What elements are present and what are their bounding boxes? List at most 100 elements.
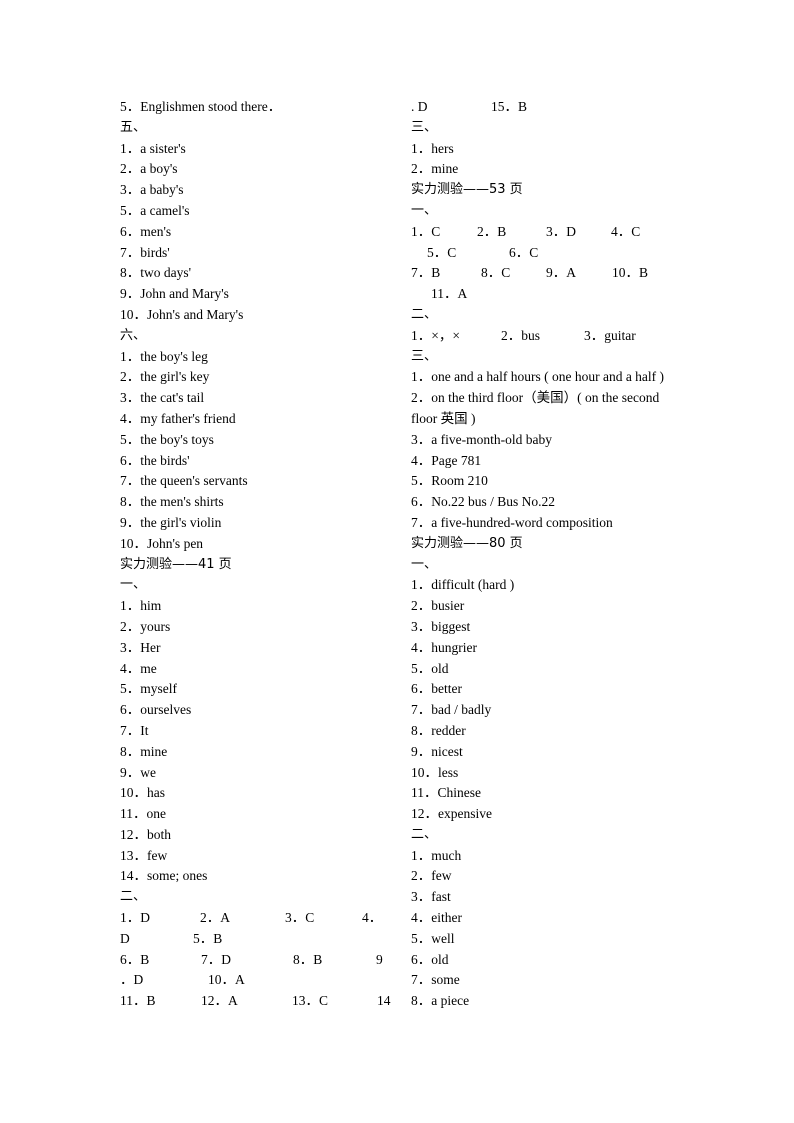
answer-row: 5．C 6．C: [411, 243, 686, 264]
answer-item: . D: [411, 99, 428, 114]
answer-line: 8．the men's shirts: [120, 494, 224, 510]
answer-item: 7．D: [201, 951, 231, 967]
answer-line: 5．Room 210: [411, 473, 488, 489]
answer-line: floor 英国 ): [411, 410, 476, 426]
section-heading: 三、: [411, 119, 438, 135]
answer-line: 9．John and Mary's: [120, 286, 229, 302]
section-heading: 一、: [411, 202, 438, 218]
answer-line: 10．John's pen: [120, 535, 204, 551]
answer-line: 4．Page 781: [411, 452, 482, 468]
answer-line: 12．expensive: [411, 806, 492, 822]
answer-item: 9: [376, 951, 383, 967]
answer-item: 11．B: [120, 993, 156, 1009]
answer-line: 12．both: [120, 826, 172, 842]
answer-line: 7．birds': [120, 244, 170, 260]
answer-row: 6．B 7．D 8．B 9: [120, 950, 390, 971]
answer-item: 14: [377, 993, 391, 1009]
answer-line: 1．him: [120, 598, 162, 614]
answer-line: 8．two days': [120, 265, 192, 281]
answer-item: 11．A: [431, 286, 468, 302]
answer-item: 13．C: [292, 993, 329, 1009]
answer-item: 2．B: [477, 223, 507, 239]
answer-line: 7．the queen's servants: [120, 473, 248, 489]
answer-item: 4．: [362, 910, 383, 926]
answer-line: 7．some: [411, 972, 460, 988]
answer-line: 6．old: [411, 951, 449, 967]
answer-item: 6．C: [509, 244, 539, 260]
answer-row: 1．D 2．A 3．C 4．: [120, 908, 390, 929]
section-heading: 二、: [120, 889, 147, 905]
answer-item: 5．B: [193, 930, 223, 946]
answer-line: 4．me: [120, 660, 157, 676]
answer-line: 3．fast: [411, 889, 451, 905]
answer-line: 1．difficult (hard ): [411, 577, 515, 593]
answer-line: 10．has: [120, 785, 165, 801]
section-heading: 五、: [120, 119, 147, 135]
answer-line: 1．a sister's: [120, 140, 186, 156]
left-column: 5．Englishmen stood there． 五、 1．a sister's 2…: [120, 97, 391, 1012]
answer-line: 11．one: [120, 806, 166, 822]
answer-line: 6．ourselves: [120, 702, 192, 718]
answer-row: . D 15．B: [411, 97, 686, 118]
answer-line: 8．a piece: [411, 993, 470, 1009]
answer-item: 1．C: [411, 223, 441, 239]
answer-line: 3．Her: [120, 639, 161, 655]
answer-line: 7．a five-hundred-word composition: [411, 514, 613, 530]
answer-line: 7．bad / badly: [411, 702, 492, 718]
answer-item: 3．D: [546, 223, 576, 239]
answer-row: ．D 10．A: [120, 970, 390, 991]
answer-row: D 5．B: [120, 929, 390, 950]
answer-item: 3．C: [285, 910, 315, 926]
answer-line: 13．few: [120, 847, 168, 863]
answer-item: 8．B: [293, 951, 323, 967]
right-column: . D 15．B 三、 1．hers 2．mine 实力测验——53 页一、 1．C 2．B 3…: [411, 97, 686, 1012]
section-heading: 二、: [411, 826, 438, 842]
answer-item: 5．C: [427, 244, 457, 260]
answer-item: 2．A: [200, 910, 230, 926]
answer-item: 4．C: [611, 223, 641, 239]
section-heading: 六、: [120, 327, 147, 343]
answer-item: 12．A: [201, 993, 238, 1009]
answer-line: 14．some; ones: [120, 868, 208, 884]
answer-line: 5．a camel's: [120, 202, 190, 218]
answer-item: 15．B: [491, 99, 528, 114]
answer-line: 3．the cat's tail: [120, 390, 205, 406]
answer-line: 2．few: [411, 868, 452, 884]
answer-line: 5．the boy's toys: [120, 431, 214, 447]
answer-row: 7．B 8．C 9．A 10．B: [411, 263, 686, 284]
answer-row: 1．×，× 2．bus 3．guitar: [411, 326, 686, 347]
answer-line: 6．the birds': [120, 452, 190, 468]
answer-line: 2．mine: [411, 161, 459, 177]
answer-item: 9．A: [546, 265, 576, 281]
answer-item: 3．guitar: [584, 327, 636, 343]
answer-item: 2．bus: [501, 327, 541, 343]
section-heading: 一、: [411, 556, 438, 572]
answer-line: 4．my father's friend: [120, 410, 236, 426]
answer-line: 6．better: [411, 681, 462, 697]
answer-line: 10．John's and Mary's: [120, 306, 244, 322]
answer-line: 1．hers: [411, 140, 454, 156]
answer-line: 1．one and a half hours ( one hour and a …: [411, 369, 665, 385]
answer-line: 1．much: [411, 847, 462, 863]
answer-line: 8．redder: [411, 722, 466, 738]
answer-line: 10．less: [411, 764, 459, 780]
section-heading: 二、: [411, 306, 438, 322]
answer-item: 6．B: [120, 951, 150, 967]
answer-row: 11．A: [411, 284, 686, 305]
answer-line: 4．hungrier: [411, 639, 477, 655]
section-heading: 实力测验——53 页: [411, 182, 523, 198]
answer-line: 5．myself: [120, 681, 177, 697]
answer-line: 11．Chinese: [411, 785, 481, 801]
section-heading: 实力测验——80 页: [411, 535, 523, 551]
answer-line: 1．the boy's leg: [120, 348, 208, 364]
answer-line: 9．we: [120, 764, 156, 780]
answer-line: 8．mine: [120, 743, 168, 759]
answer-line: 4．either: [411, 910, 462, 926]
answer-row: 1．C 2．B 3．D 4．C: [411, 222, 686, 243]
answer-line: 7．It: [120, 722, 149, 738]
answer-line: 3．biggest: [411, 618, 471, 634]
answer-line: 5．well: [411, 930, 455, 946]
answer-line: 2．the girl's key: [120, 369, 210, 385]
answer-item: 1．×，×: [411, 327, 460, 343]
answer-line: 6．men's: [120, 223, 172, 239]
